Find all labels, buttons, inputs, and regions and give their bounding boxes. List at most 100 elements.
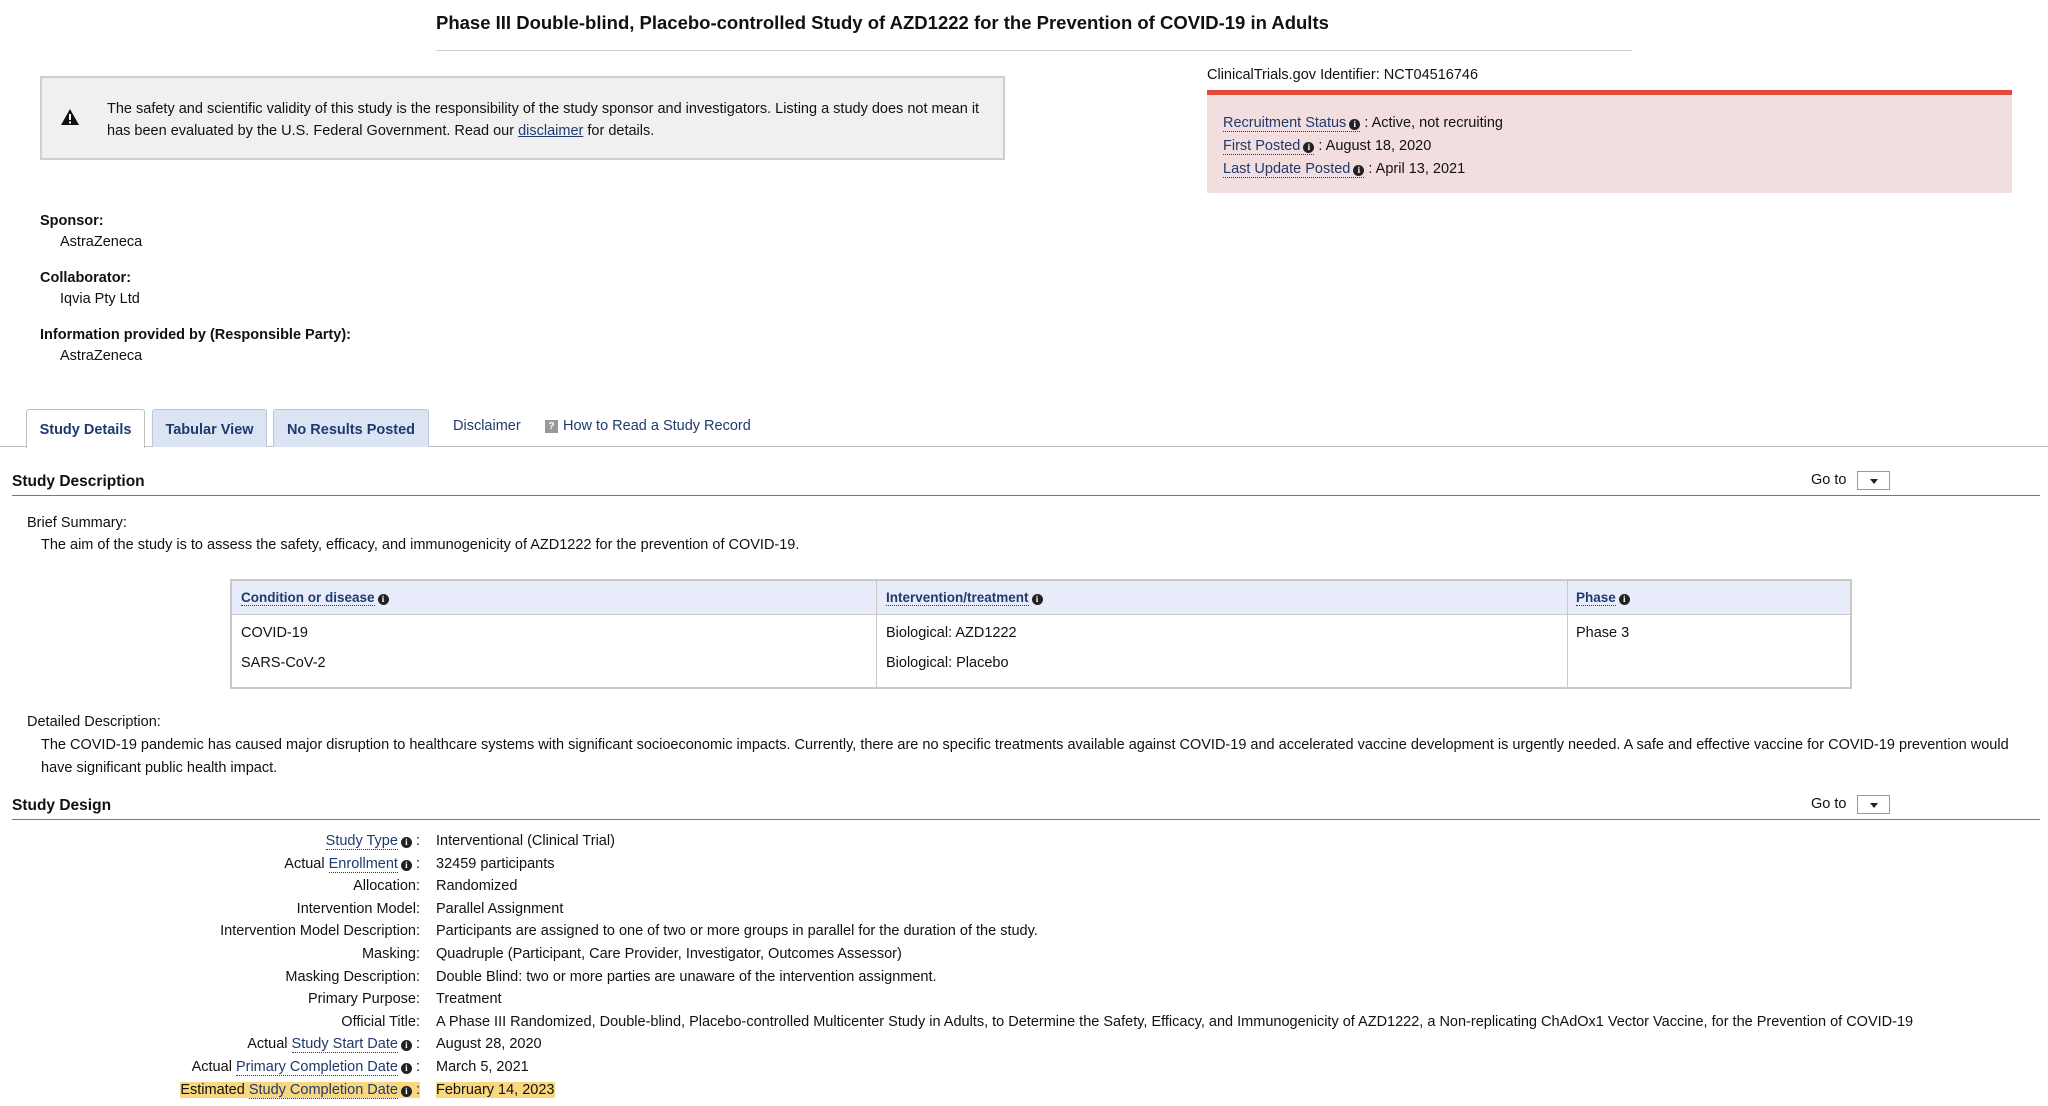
column-divider — [876, 581, 877, 687]
label-colon: : — [411, 1082, 420, 1098]
responsible-party-value: AstraZeneca — [60, 348, 143, 364]
design-label-prefix: Actual — [247, 1036, 292, 1052]
design-value-intervention-model: Parallel Assignment — [436, 901, 564, 917]
info-icon: i — [400, 1063, 412, 1074]
last-update-row: Last Update Posted i : April 13, 2021 — [1223, 161, 1465, 178]
tab-no-results-posted[interactable]: No Results Posted — [273, 409, 429, 447]
design-label-prefix: Estimated — [180, 1082, 249, 1098]
title-divider — [436, 50, 1632, 51]
design-label-primary-completion-date: Actual Primary Completion Date i : — [191, 1059, 420, 1076]
recruitment-status-value: : Active, not recruiting — [1360, 115, 1503, 131]
design-label-allocation: Allocation: — [353, 878, 420, 894]
phase-cell: Phase 3 — [1576, 625, 1630, 641]
help-icon: ? — [545, 420, 558, 433]
info-icon: i — [400, 837, 412, 848]
info-icon: i — [400, 1040, 412, 1051]
tab-disclaimer-link[interactable]: Disclaimer — [453, 418, 521, 434]
design-label-text: Primary Purpose: — [307, 991, 420, 1007]
goto-dropdown[interactable] — [1857, 471, 1890, 490]
design-label-enrollment: Actual Enrollment i : — [284, 856, 420, 873]
collaborator-label: Collaborator: — [40, 270, 132, 286]
tab-study-details[interactable]: Study Details — [26, 409, 145, 448]
conditions-table: Condition or disease i Intervention/treat… — [230, 579, 1852, 689]
design-value-study-completion-date: February 14, 2023 — [436, 1082, 555, 1098]
design-label-primary-purpose: Primary Purpose: — [308, 991, 420, 1007]
condition-cell: COVID-19 — [241, 625, 308, 641]
design-label-text: Intervention Model Description: — [220, 923, 420, 939]
design-label-study-start-date: Actual Study Start Date i : — [247, 1036, 420, 1053]
disclaimer-notice: The safety and scientific validity of th… — [40, 76, 1005, 160]
info-icon: i — [1031, 594, 1043, 605]
design-value-allocation: Randomized — [436, 878, 518, 894]
header-condition: Condition or disease i — [241, 590, 389, 606]
section-divider — [12, 495, 2040, 496]
sponsor-value: AstraZeneca — [60, 234, 143, 250]
last-update-label: Last Update Posted — [1223, 161, 1351, 177]
design-value-intervention-model-description: Participants are assigned to one of two … — [436, 923, 1038, 939]
detailed-description-line-2: have significant public health impact. — [41, 760, 278, 776]
sponsor-label: Sponsor: — [40, 213, 104, 229]
condition-header-link[interactable]: Condition or disease — [241, 590, 375, 606]
info-icon: i — [1353, 165, 1365, 176]
design-label-text: Masking Description: — [285, 969, 420, 985]
study-description-heading: Study Description — [12, 473, 145, 490]
info-icon: i — [400, 860, 412, 871]
design-label-masking-description: Masking Description: — [285, 969, 420, 985]
header-phase: Phase i — [1576, 590, 1630, 606]
design-label-masking: Masking: — [362, 946, 420, 962]
design-label-official-title: Official Title: — [341, 1014, 420, 1030]
responsible-party-label: Information provided by (Responsible Par… — [40, 327, 351, 343]
design-label-intervention-model: Intervention Model: — [297, 901, 420, 917]
page-title: Phase III Double-blind, Placebo-controll… — [436, 12, 1329, 33]
goto-label: Go to — [1811, 472, 1847, 488]
first-posted-link[interactable]: First Posted i — [1223, 138, 1315, 155]
status-panel: Recruitment Status i : Active, not recrui… — [1207, 90, 2012, 193]
study-start-date-link[interactable]: Study Start Date — [291, 1036, 398, 1053]
intervention-cell: Biological: Placebo — [886, 655, 1009, 671]
study-completion-date-link[interactable]: Study Completion Date — [248, 1082, 398, 1099]
design-label-text: Official Title: — [341, 1014, 420, 1030]
info-icon: i — [1618, 594, 1630, 605]
header-intervention: Intervention/treatment i — [886, 590, 1043, 606]
detailed-description-line-1: The COVID-19 pandemic has caused major d… — [41, 737, 2009, 753]
disclaimer-link[interactable]: disclaimer — [518, 123, 583, 139]
design-label-study-type: Study Type i : — [325, 833, 420, 850]
design-label-text: Intervention Model: — [296, 901, 420, 917]
design-value-study-start-date: August 28, 2020 — [436, 1036, 542, 1052]
label-colon: : — [411, 833, 420, 849]
condition-cell: SARS-CoV-2 — [241, 655, 326, 671]
how-to-read-link[interactable]: ? How to Read a Study Record — [545, 418, 751, 434]
design-value-primary-completion-date: March 5, 2021 — [436, 1059, 529, 1075]
intervention-cell: Biological: AZD1222 — [886, 625, 1017, 641]
tab-tabular-view[interactable]: Tabular View — [152, 409, 267, 447]
info-icon: i — [1349, 119, 1361, 130]
intervention-header-link[interactable]: Intervention/treatment — [886, 590, 1029, 606]
label-colon: : — [411, 1059, 420, 1075]
primary-completion-date-link[interactable]: Primary Completion Date — [235, 1059, 398, 1076]
goto-dropdown[interactable] — [1857, 795, 1890, 814]
design-label-study-completion-date: Estimated Study Completion Date i : — [180, 1082, 420, 1099]
warning-icon — [61, 109, 79, 125]
enrollment-link[interactable]: Enrollment — [328, 856, 398, 873]
design-label-text: Allocation: — [353, 878, 420, 894]
collaborator-value: Iqvia Pty Ltd — [60, 291, 140, 307]
brief-summary-text: The aim of the study is to assess the sa… — [41, 537, 800, 553]
label-colon: : — [411, 1036, 420, 1052]
phase-header-link[interactable]: Phase — [1576, 590, 1616, 606]
design-value-primary-purpose: Treatment — [436, 991, 502, 1007]
design-value-enrollment: 32459 participants — [436, 856, 555, 872]
info-icon: i — [400, 1086, 412, 1097]
design-value-study-type: Interventional (Clinical Trial) — [436, 833, 615, 849]
design-value-official-title: A Phase III Randomized, Double-blind, Pl… — [436, 1014, 1914, 1030]
section-divider — [12, 819, 2040, 820]
notice-text-after: for details. — [583, 123, 655, 139]
recruitment-status-link[interactable]: Recruitment Status i — [1223, 115, 1361, 132]
last-update-link[interactable]: Last Update Posted i — [1223, 161, 1365, 178]
brief-summary-label: Brief Summary: — [27, 515, 127, 531]
design-label-prefix: Actual — [191, 1059, 236, 1075]
recruitment-status-label: Recruitment Status — [1223, 115, 1347, 131]
design-label-prefix: Actual — [284, 856, 329, 872]
trial-identifier: ClinicalTrials.gov Identifier: NCT045167… — [1207, 67, 1479, 83]
goto-label: Go to — [1811, 796, 1847, 812]
study-type-link[interactable]: Study Type — [325, 833, 398, 850]
